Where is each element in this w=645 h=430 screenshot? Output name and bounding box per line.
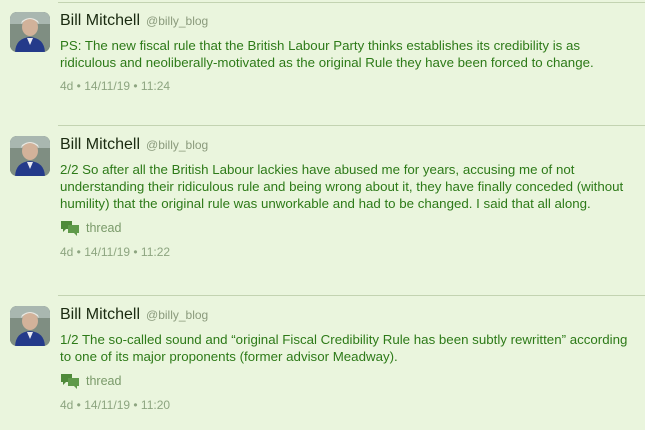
post-timestamp[interactable]: 4d • 14/11/19 • 11:24 [60,79,635,93]
speech-bubbles-icon [61,374,79,389]
timeline-feed: Bill Mitchell @billy_blog PS: The new fis… [0,0,645,430]
thread-label: thread [86,221,122,235]
post-text: PS: The new fiscal rule that the British… [60,38,594,70]
avatar[interactable] [10,12,50,52]
divider [58,295,645,296]
post-text: 2/2 So after all the British Labour lack… [60,162,624,211]
author-handle[interactable]: @billy_blog [146,138,208,152]
avatar-photo-icon [10,306,50,346]
author-name[interactable]: Bill Mitchell [60,136,140,153]
thread-link[interactable]: thread [60,219,635,237]
author-name[interactable]: Bill Mitchell [60,306,140,323]
thread-link[interactable]: thread [60,372,635,390]
avatar-photo-icon [10,136,50,176]
post-timestamp[interactable]: 4d • 14/11/19 • 11:22 [60,245,635,259]
post-timestamp[interactable]: 4d • 14/11/19 • 11:20 [60,398,635,412]
divider [58,125,645,126]
speech-bubbles-icon [61,221,79,236]
avatar[interactable] [10,306,50,346]
post-text: 1/2 The so-called sound and “original Fi… [60,332,628,364]
thread-label: thread [86,374,122,388]
divider [58,2,645,3]
avatar-photo-icon [10,12,50,52]
author-handle[interactable]: @billy_blog [146,14,208,28]
author-name[interactable]: Bill Mitchell [60,12,140,29]
author-handle[interactable]: @billy_blog [146,308,208,322]
avatar[interactable] [10,136,50,176]
